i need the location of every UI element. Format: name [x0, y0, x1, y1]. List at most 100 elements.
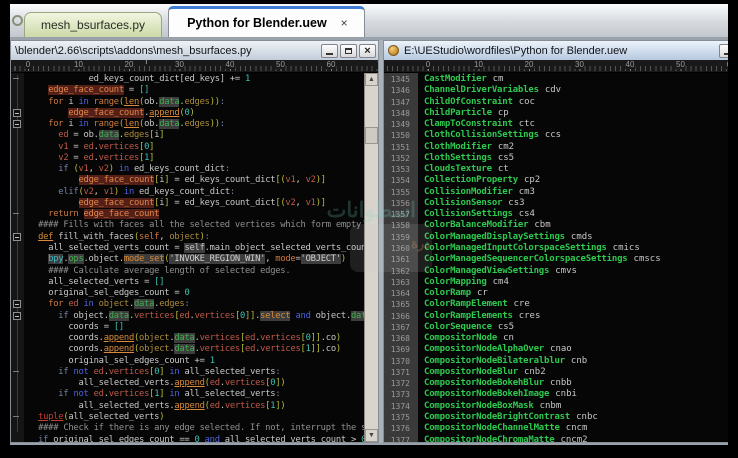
code-line[interactable]: ed = ob.data.edges[i]: [24, 130, 364, 141]
code-line[interactable]: return edge_face_count: [24, 209, 364, 220]
tab-close-icon[interactable]: ×: [339, 16, 350, 30]
class-name: ClampToConstraint: [424, 119, 513, 130]
wordlist-row[interactable]: 1365ColorRampElementcre: [384, 299, 728, 310]
wordlist-row[interactable]: 1367ColorSequencecs5: [384, 322, 728, 333]
code-line[interactable]: ed_keys_count_dict[ed_keys] += 1: [24, 74, 364, 85]
wordlist-row[interactable]: 1360ColorManagedInputColorspaceSettingsc…: [384, 243, 728, 254]
code-line[interactable]: all_selected_verts.append(ed.vertices[0]…: [24, 378, 364, 389]
code-line[interactable]: coords.append(object.data.vertices[ed.ve…: [24, 333, 364, 344]
code-token: ed: [58, 130, 68, 140]
code-line[interactable]: edge_face_count.append(0): [24, 108, 364, 119]
left-vertical-scrollbar[interactable]: ▲ ▼: [364, 73, 378, 442]
wordlist-row[interactable]: 1362ColorManagedViewSettingscmvs: [384, 266, 728, 277]
scrollbar-thumb[interactable]: [365, 127, 378, 144]
close-button[interactable]: ×: [359, 44, 376, 58]
wordlist-row[interactable]: 1364ColorRampcr: [384, 288, 728, 299]
code-token: vertices: [195, 311, 235, 321]
wordlist-row[interactable]: 1347ChildOfConstraintcoc: [384, 97, 728, 108]
scroll-up-icon[interactable]: ▲: [365, 73, 378, 86]
minimize-button[interactable]: [719, 44, 728, 58]
wordlist-row[interactable]: 1377CompositorNodeChromaMattecncm2: [384, 435, 728, 443]
left-window-titlebar[interactable]: \blender\2.66\scripts\addons\mesh_bsurfa…: [11, 41, 378, 60]
code-line[interactable]: if (v1, v2) in ed_keys_count_dict:: [24, 164, 364, 175]
tab-python-for-blender[interactable]: Python for Blender.uew ×: [168, 6, 365, 37]
fold-collapse-icon[interactable]: [13, 109, 21, 117]
abbreviation: cnb2: [524, 367, 546, 378]
wordlist-row[interactable]: 1348ChildParticlecp: [384, 108, 728, 119]
wordlist-row[interactable]: 1356CollisionSensorcs3: [384, 198, 728, 209]
wordlist-row[interactable]: 1363ColorMappingcm4: [384, 277, 728, 288]
wordfile-list[interactable]: 1345CastModifiercm1346ChannelDriverVaria…: [384, 74, 728, 442]
wordlist-row[interactable]: 1353CloudsTexturect: [384, 164, 728, 175]
restore-button[interactable]: [340, 44, 357, 58]
code-line[interactable]: tuple(all_selected_verts): [24, 412, 364, 423]
code-line[interactable]: elif(v2, v1) in ed_keys_count_dict:: [24, 187, 364, 198]
code-token: vertices: [99, 153, 139, 163]
code-line[interactable]: edge_face_count = []: [24, 85, 364, 96]
code-line[interactable]: v2 = ed.vertices[1]: [24, 153, 364, 164]
wordlist-row[interactable]: 1358ColorBalanceModifiercbm: [384, 220, 728, 231]
code-line[interactable]: def fill_with_faces(self, object):: [24, 232, 364, 243]
fold-collapse-icon[interactable]: [13, 120, 21, 128]
wordlist-row[interactable]: 1359ColorManagedDisplaySettingscmds: [384, 232, 728, 243]
code-line[interactable]: for i in range(len(ob.data.edges)):: [24, 119, 364, 130]
code-line[interactable]: v1 = ed.vertices[0]: [24, 142, 364, 153]
wordlist-row[interactable]: 1354CollectionPropertycp2: [384, 175, 728, 186]
line-number: 1370: [384, 356, 414, 367]
code-line[interactable]: #### Calculate average length of selecte…: [24, 266, 364, 277]
class-name: ChannelDriverVariables: [424, 85, 539, 96]
fold-collapse-icon[interactable]: [13, 312, 21, 320]
code-line[interactable]: edge_face_count[i] = ed_keys_count_dict[…: [24, 198, 364, 209]
code-line[interactable]: if not ed.vertices[1] in all_selected_ve…: [24, 389, 364, 400]
code-line[interactable]: all_selected_verts.append(ed.vertices[1]…: [24, 401, 364, 412]
tab-scroll-icon[interactable]: [12, 15, 23, 26]
code-line[interactable]: all_selected_verts_count = self.main_obj…: [24, 243, 364, 254]
wordlist-row[interactable]: 1345CastModifiercm: [384, 74, 728, 85]
wordlist-row[interactable]: 1374CompositorNodeBoxMaskcnbm: [384, 401, 728, 412]
wordlist-row[interactable]: 1371CompositorNodeBlurcnb2: [384, 367, 728, 378]
code-line[interactable]: all_selected_verts = []: [24, 277, 364, 288]
code-token: ed: [94, 389, 104, 399]
code-line[interactable]: for i in range(len(ob.data.edges)):: [24, 97, 364, 108]
code-token: all_selected_verts: [179, 367, 275, 377]
code-token: for: [48, 299, 63, 309]
code-line[interactable]: if original_sel_edges_count == 0 and all…: [24, 435, 364, 443]
wordlist-row[interactable]: 1375CompositorNodeBrightContrastcnbc: [384, 412, 728, 423]
code-line[interactable]: for ed in object.data.edges:: [24, 299, 364, 310]
code-line[interactable]: #### Fills with faces all the selected v…: [24, 220, 364, 231]
code-token: ): [336, 344, 341, 354]
wordlist-row[interactable]: 1346ChannelDriverVariablescdv: [384, 85, 728, 96]
minimize-button[interactable]: [321, 44, 338, 58]
wordlist-row[interactable]: 1349ClampToConstraintctc: [384, 119, 728, 130]
wordlist-row[interactable]: 1361ColorManagedSequencerColorspaceSetti…: [384, 254, 728, 265]
wordlist-row[interactable]: 1357CollisionSettingscs4: [384, 209, 728, 220]
scroll-down-icon[interactable]: ▼: [365, 429, 378, 442]
code-line[interactable]: original_sel_edges_count += 1: [24, 356, 364, 367]
code-line[interactable]: original_sel_edges_count = 0: [24, 288, 364, 299]
wordlist-row[interactable]: 1376CompositorNodeChannelMattecncm: [384, 423, 728, 434]
wordlist-row[interactable]: 1352ClothSettingscs5: [384, 153, 728, 164]
right-window-titlebar[interactable]: E:\UEStudio\wordfiles\Python for Blender…: [384, 41, 728, 60]
line-number: 1351: [384, 142, 414, 153]
code-line[interactable]: bpy.ops.object.mode_set('INVOKE_REGION_W…: [24, 254, 364, 265]
wordlist-row[interactable]: 1366ColorRampElementscres: [384, 311, 728, 322]
code-line[interactable]: #### Check if there is any edge selected…: [24, 423, 364, 434]
fold-collapse-icon[interactable]: [13, 300, 21, 308]
wordlist-row[interactable]: 1350ClothCollisionSettingsccs: [384, 130, 728, 141]
wordlist-row[interactable]: 1368CompositorNodecn: [384, 333, 728, 344]
code-line[interactable]: edge_face_count[i] = ed_keys_count_dict[…: [24, 175, 364, 186]
code-token: all_selected_verts_count =: [48, 243, 184, 253]
code-line[interactable]: if not ed.vertices[0] in all_selected_ve…: [24, 367, 364, 378]
code-line[interactable]: if object.data.vertices[ed.vertices[0]].…: [24, 311, 364, 322]
wordlist-row[interactable]: 1372CompositorNodeBokehBlurcnbb: [384, 378, 728, 389]
wordlist-row[interactable]: 1373CompositorNodeBokehImagecnbi: [384, 389, 728, 400]
wordlist-row[interactable]: 1355CollisionModifiercm3: [384, 187, 728, 198]
fold-collapse-icon[interactable]: [13, 233, 21, 241]
code-line[interactable]: coords.append(object.data.vertices[ed.ve…: [24, 344, 364, 355]
tab-mesh-bsurfaces[interactable]: mesh_bsurfaces.py: [24, 12, 162, 37]
code-area[interactable]: ed_keys_count_dict[ed_keys] += 1edge_fac…: [24, 74, 364, 442]
wordlist-row[interactable]: 1370CompositorNodeBilateralblurcnb: [384, 356, 728, 367]
code-line[interactable]: coords = []: [24, 322, 364, 333]
wordlist-row[interactable]: 1351ClothModifiercm2: [384, 142, 728, 153]
wordlist-row[interactable]: 1369CompositorNodeAlphaOvercnao: [384, 344, 728, 355]
